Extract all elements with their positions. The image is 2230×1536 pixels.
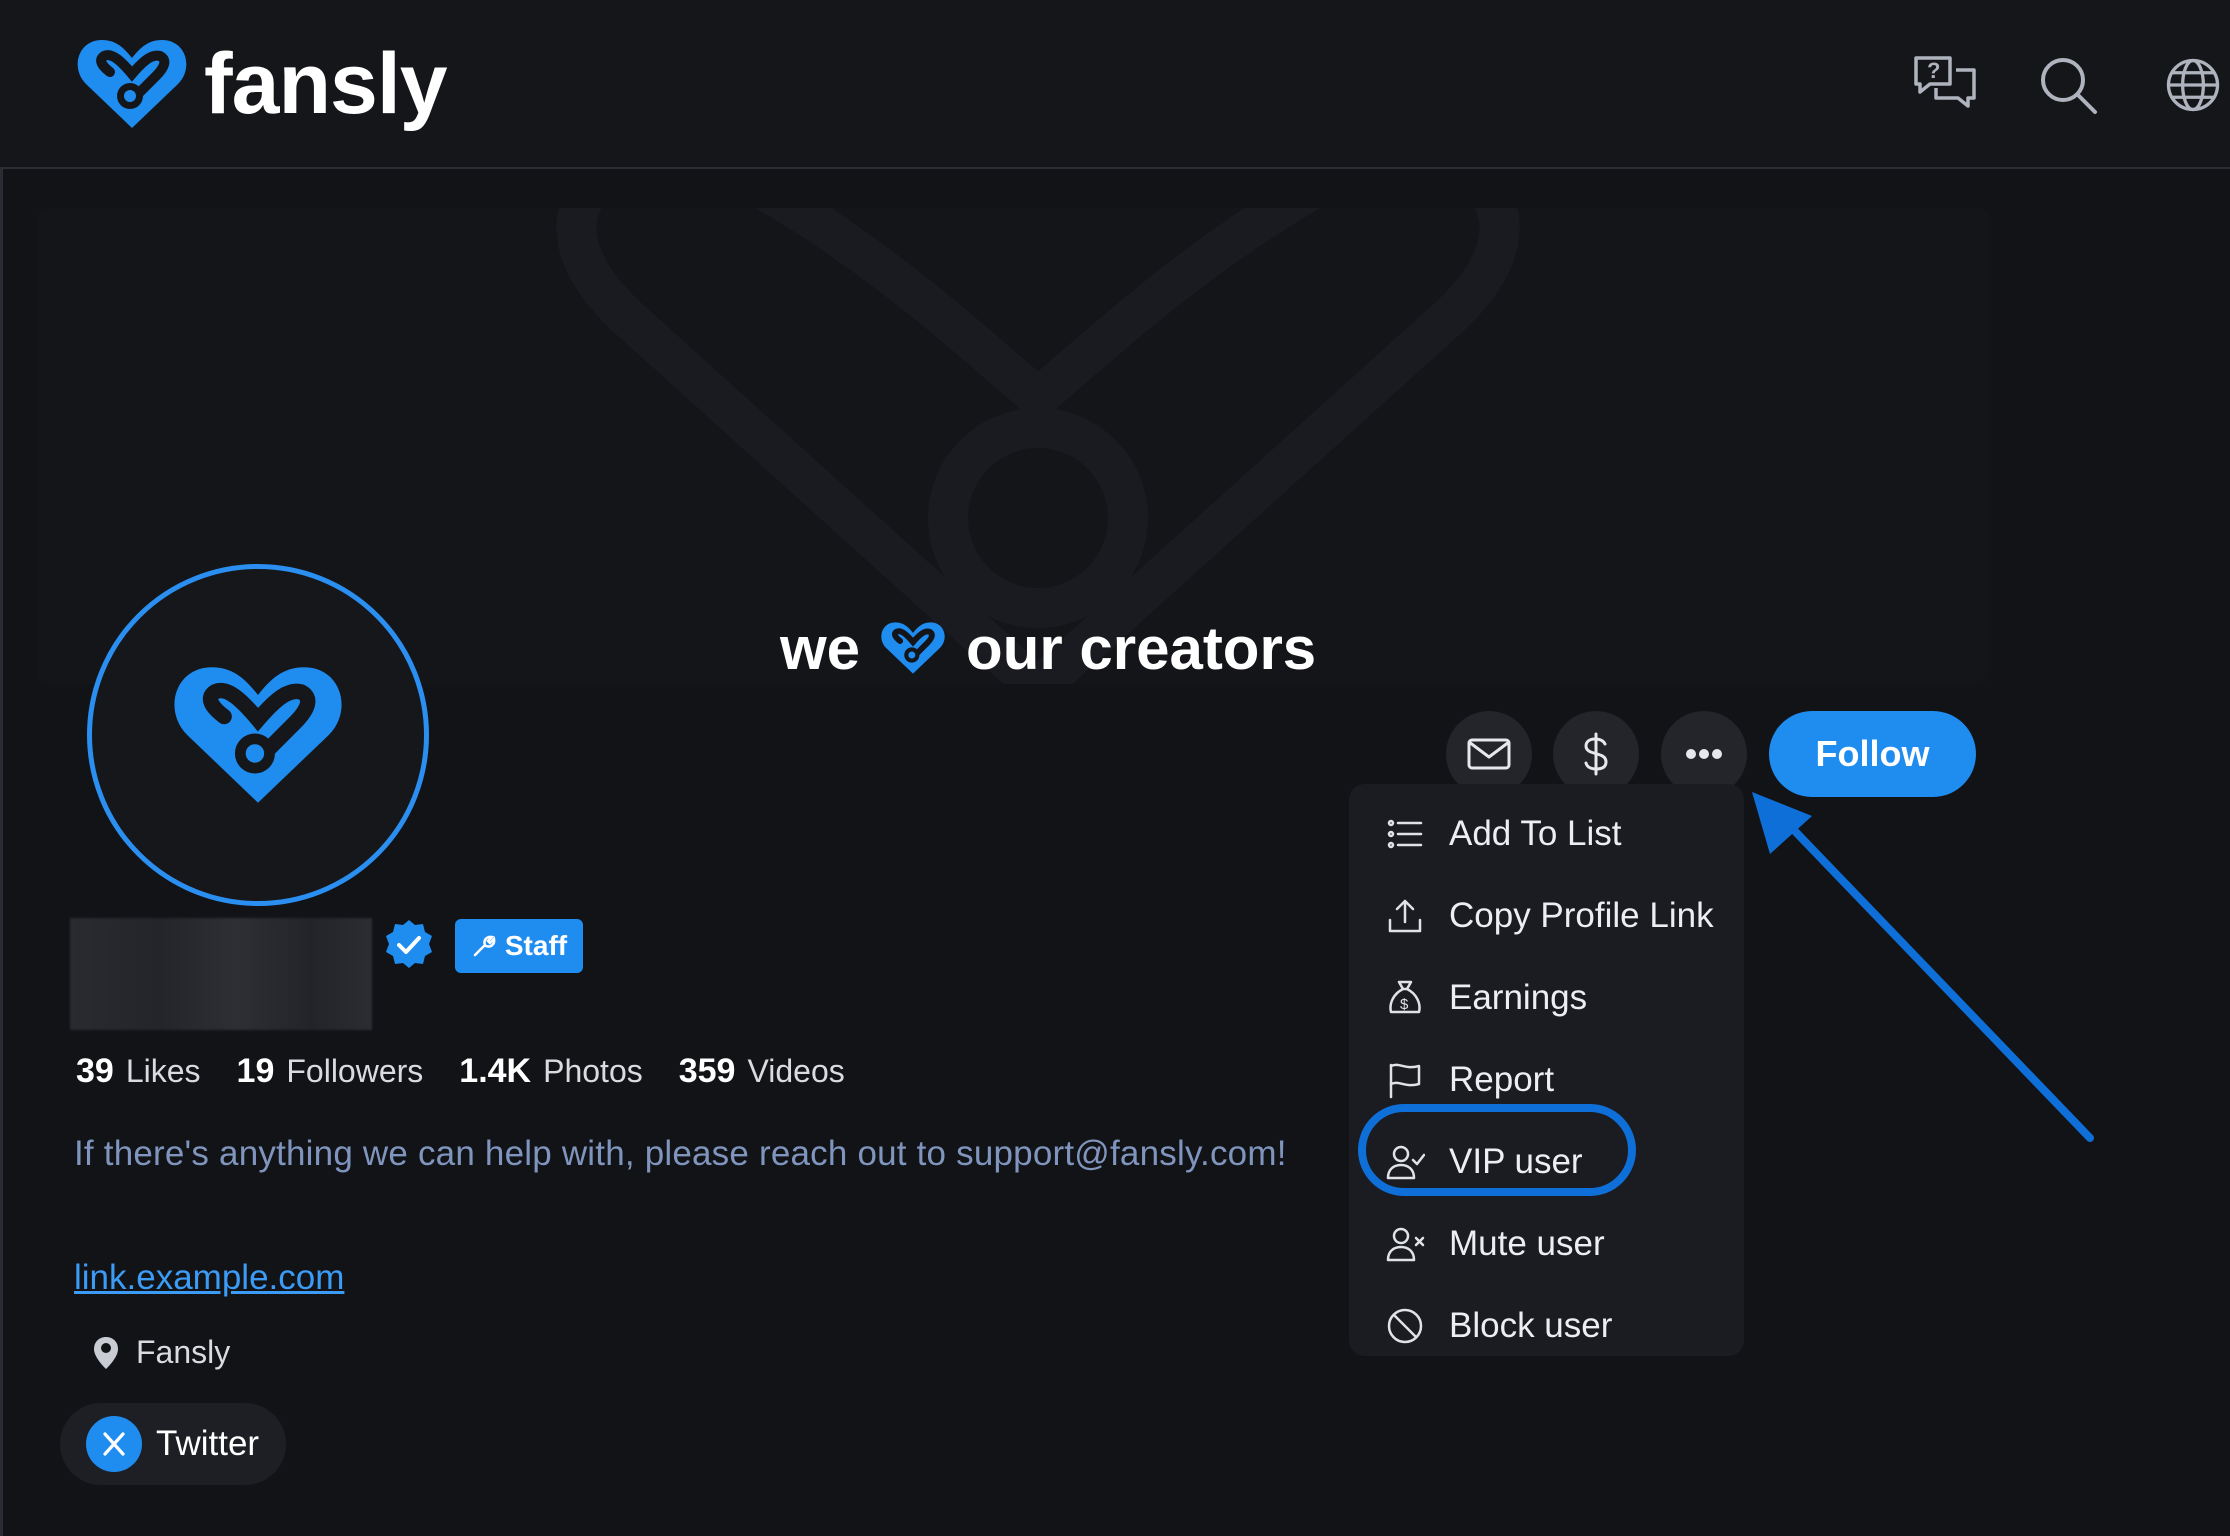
upload-icon — [1388, 899, 1422, 933]
ellipsis-icon — [1686, 749, 1722, 759]
stat-followers[interactable]: 19 Followers — [237, 1052, 424, 1091]
twitter-label: Twitter — [156, 1424, 260, 1463]
profile-stats: 39 Likes 19 Followers 1.4K Photos 359 Videos — [76, 1052, 845, 1091]
menu-item-earnings[interactable]: $ Earnings — [1349, 963, 1744, 1033]
x-logo-icon — [86, 1416, 142, 1472]
vip-user-highlight-outline — [1358, 1104, 1636, 1196]
menu-item-block-user[interactable]: Block user — [1349, 1291, 1744, 1361]
wrench-icon — [473, 935, 496, 957]
profile-link[interactable]: link.example.com — [74, 1258, 344, 1298]
menu-item-label: Report — [1449, 1060, 1555, 1099]
money-bag-icon: $ — [1389, 980, 1421, 1014]
stat-videos[interactable]: 359 Videos — [679, 1052, 845, 1091]
tagline-start: we — [780, 614, 861, 682]
staff-badge-label: Staff — [504, 930, 568, 961]
twitter-link-button[interactable]: Twitter — [60, 1403, 286, 1485]
menu-item-label: Copy Profile Link — [1449, 896, 1714, 935]
flag-icon — [1389, 1063, 1421, 1099]
tagline-end: our creators — [966, 614, 1317, 682]
stat-likes: 39 Likes — [76, 1052, 201, 1090]
banner-tagline: we our creators — [780, 608, 1316, 684]
profile-avatar[interactable] — [87, 564, 429, 906]
menu-item-mute-user[interactable]: Mute user — [1349, 1209, 1744, 1279]
blurred-username — [70, 918, 372, 1030]
verified-badge-icon — [386, 920, 432, 968]
location-label: Fansly — [136, 1334, 231, 1370]
profile-bio: If there's anything we can help with, pl… — [74, 1134, 1287, 1173]
chat-help-icon[interactable]: ? — [1910, 50, 1980, 120]
staff-badge: Staff — [455, 919, 583, 973]
fansly-logo[interactable]: fansly — [72, 32, 448, 136]
brand-name: fansly — [204, 35, 448, 132]
annotation-arrow — [1752, 792, 2094, 1142]
menu-item-label: Add To List — [1449, 814, 1622, 853]
menu-item-label: Block user — [1449, 1306, 1613, 1345]
profile-location: Fansly — [92, 1334, 230, 1371]
menu-item-label: Earnings — [1449, 978, 1588, 1017]
top-header: fansly ? — [0, 0, 2230, 169]
user-x-icon — [1386, 1227, 1425, 1262]
dollar-icon — [1584, 732, 1608, 776]
block-icon — [1387, 1308, 1423, 1344]
avatar-heart-logo-icon — [174, 667, 342, 803]
globe-icon[interactable] — [2160, 50, 2226, 120]
fansly-heart-logo-icon — [77, 40, 187, 128]
list-icon — [1387, 819, 1423, 849]
heart-logo-icon — [881, 622, 945, 674]
stat-photos[interactable]: 1.4K Photos — [459, 1052, 642, 1091]
location-pin-icon — [94, 1336, 118, 1369]
menu-item-add-to-list[interactable]: Add To List — [1349, 799, 1744, 869]
menu-item-label: Mute user — [1449, 1224, 1605, 1263]
search-icon[interactable] — [2033, 50, 2103, 120]
more-options-menu: Add To List Copy Profile Link $ Earnings… — [1349, 784, 1744, 1356]
envelope-icon — [1467, 738, 1511, 770]
svg-text:?: ? — [1927, 58, 1940, 83]
menu-item-copy-profile-link[interactable]: Copy Profile Link — [1349, 881, 1744, 951]
svg-text:$: $ — [1400, 996, 1409, 1013]
